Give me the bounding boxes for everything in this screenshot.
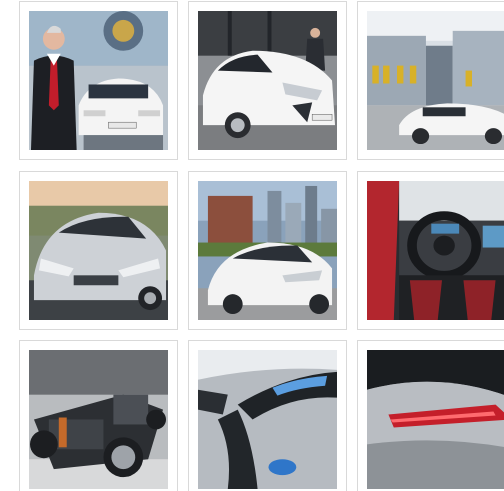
thumbnail-image-taillight-closeup <box>367 350 504 489</box>
thumbnail-image-car-chassis-drivetrain <box>29 350 168 489</box>
gallery-thumbnail-7[interactable] <box>19 340 178 491</box>
gallery-thumbnail-5[interactable] <box>188 171 347 330</box>
gallery-thumbnail-1[interactable] <box>19 1 178 160</box>
thumbnail-image-headlight-closeup <box>198 350 337 489</box>
thumbnail-image-executive-with-car <box>29 11 168 150</box>
thumbnail-image-white-car-skyline <box>198 181 337 320</box>
gallery-thumbnail-9[interactable] <box>357 340 504 491</box>
gallery-thumbnail-3[interactable] <box>357 1 504 160</box>
thumbnail-image-white-car-city-buildings <box>367 11 504 150</box>
thumbnail-image-silver-car-front-road <box>29 181 168 320</box>
photo-gallery <box>0 0 504 491</box>
thumbnail-image-car-interior-steering-wheel <box>367 181 504 320</box>
gallery-thumbnail-6[interactable] <box>357 171 504 330</box>
thumbnail-image-white-car-front-street <box>198 11 337 150</box>
gallery-thumbnail-4[interactable] <box>19 171 178 330</box>
gallery-thumbnail-8[interactable] <box>188 340 347 491</box>
gallery-thumbnail-2[interactable] <box>188 1 347 160</box>
